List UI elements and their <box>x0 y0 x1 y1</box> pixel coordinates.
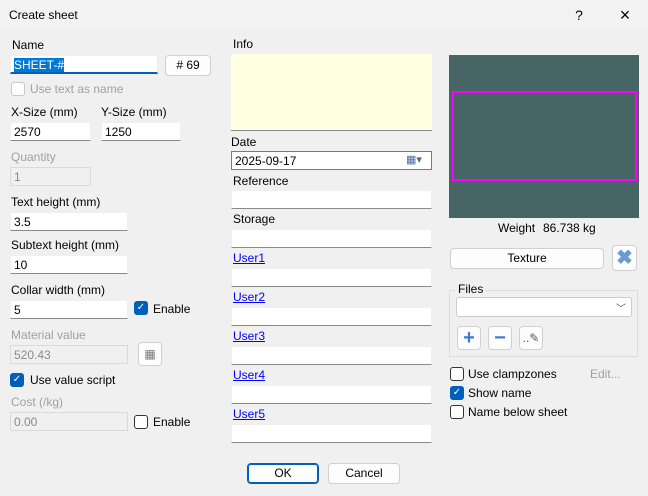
name-below-sheet-checkbox[interactable] <box>450 405 464 419</box>
use-clampzones-label: Use clampzones <box>468 367 557 381</box>
subtext-height-input[interactable]: 10 <box>10 255 128 274</box>
title-bar <box>0 0 648 30</box>
sheet-outline <box>452 91 637 181</box>
ok-button[interactable]: OK <box>247 463 319 484</box>
show-name-label: Show name <box>468 386 532 400</box>
date-value: 2025-09-17 <box>235 154 297 168</box>
close-button[interactable]: × <box>610 4 640 26</box>
ysize-input[interactable]: 1250 <box>101 122 181 141</box>
show-name-checkbox[interactable]: ✓ <box>450 386 464 400</box>
date-picker[interactable]: 2025-09-17 <box>231 151 432 170</box>
help-button[interactable]: ? <box>564 4 594 26</box>
user3-link[interactable]: User3 <box>233 329 265 343</box>
number-button[interactable]: # 69 <box>165 55 211 76</box>
cost-input: 0.00 <box>10 412 128 431</box>
add-file-icon[interactable]: + <box>457 326 481 350</box>
material-value-input: 520.43 <box>10 345 128 364</box>
remove-file-icon[interactable]: − <box>488 326 512 350</box>
weight-value: 86.738 kg <box>543 221 596 235</box>
reference-input[interactable] <box>231 190 432 209</box>
collar-enable-label: Enable <box>153 302 191 316</box>
collar-width-input[interactable]: 5 <box>10 300 128 319</box>
user2-link[interactable]: User2 <box>233 290 265 304</box>
cost-enable-label: Enable <box>153 415 191 429</box>
dialog-title: Create sheet <box>9 8 78 22</box>
cost-enable-checkbox[interactable] <box>134 415 148 429</box>
user5-link[interactable]: User5 <box>233 407 265 421</box>
edit-file-icon[interactable]: ..✎ <box>519 326 543 350</box>
sheet-preview <box>449 55 639 218</box>
files-label: Files <box>456 282 486 296</box>
text-height-input[interactable]: 3.5 <box>10 212 128 231</box>
files-combobox[interactable]: ﹀ <box>456 297 632 317</box>
weight-label: Weight <box>498 221 536 235</box>
use-value-script-label: Use value script <box>30 373 116 387</box>
user5-input[interactable] <box>231 424 432 443</box>
cost-label: Cost (/kg) <box>11 395 64 409</box>
quantity-label: Quantity <box>11 150 56 164</box>
storage-input[interactable] <box>231 229 432 248</box>
material-value-label: Material value <box>11 328 86 342</box>
xsize-label: X-Size (mm) <box>11 105 78 119</box>
collar-enable-checkbox[interactable]: ✓ <box>134 301 148 315</box>
reference-label: Reference <box>233 174 289 188</box>
quantity-input: 1 <box>10 167 91 186</box>
subtext-height-label: Subtext height (mm) <box>11 238 120 252</box>
use-value-script-checkbox[interactable]: ✓ <box>10 373 24 387</box>
name-input[interactable]: SHEET-# <box>10 55 158 74</box>
user1-link[interactable]: User1 <box>233 251 265 265</box>
user1-input[interactable] <box>231 268 432 287</box>
use-text-as-name-checkbox[interactable] <box>11 82 25 96</box>
name-below-sheet-label: Name below sheet <box>468 405 568 419</box>
xsize-input[interactable]: 2570 <box>10 122 91 141</box>
collar-width-label: Collar width (mm) <box>11 283 106 297</box>
use-clampzones-checkbox[interactable] <box>450 367 464 381</box>
ysize-label: Y-Size (mm) <box>101 105 167 119</box>
calendar-dropdown-icon[interactable]: ▦▾ <box>406 153 422 166</box>
user2-input[interactable] <box>231 307 432 326</box>
user4-link[interactable]: User4 <box>233 368 265 382</box>
info-label: Info <box>233 37 254 51</box>
texture-button[interactable]: Texture <box>450 248 604 269</box>
info-textarea[interactable] <box>231 54 432 131</box>
name-value: SHEET-# <box>14 58 65 72</box>
use-text-as-name-label: Use text as name <box>30 82 124 96</box>
chevron-down-icon: ﹀ <box>616 304 626 315</box>
edit-clampzones-link: Edit... <box>590 367 621 381</box>
cancel-button[interactable]: Cancel <box>328 463 400 484</box>
calculator-script-icon[interactable]: ▦ <box>138 342 162 366</box>
name-label: Name <box>12 38 45 52</box>
date-label: Date <box>231 135 257 149</box>
user3-input[interactable] <box>231 346 432 365</box>
user4-input[interactable] <box>231 385 432 404</box>
text-height-label: Text height (mm) <box>11 195 101 209</box>
storage-label: Storage <box>233 212 276 226</box>
remove-texture-icon[interactable]: ✖ <box>612 245 637 271</box>
